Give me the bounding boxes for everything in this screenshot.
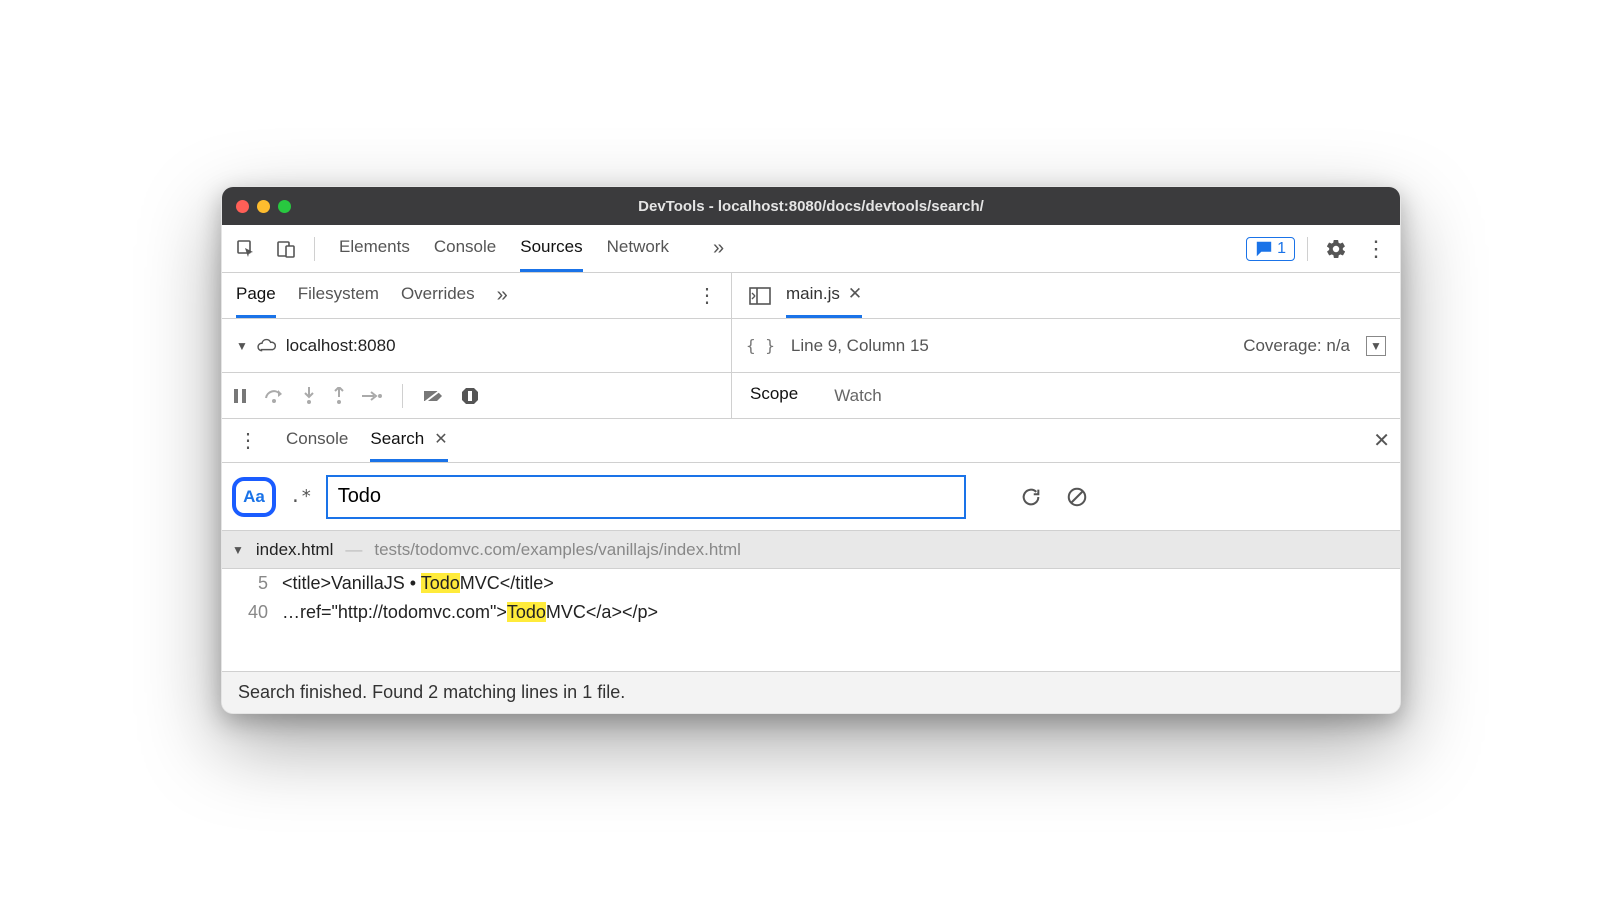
tab-console[interactable]: Console — [434, 225, 496, 272]
result-line[interactable]: 40 …ref="http://todomvc.com">TodoMVC</a>… — [222, 598, 1400, 627]
collapse-result-icon[interactable]: ▼ — [232, 543, 244, 557]
file-tab-mainjs[interactable]: main.js ✕ — [786, 273, 862, 318]
settings-icon[interactable] — [1320, 233, 1352, 265]
sources-split: Page Filesystem Overrides » ⋮ ▼ localhos… — [222, 273, 1400, 373]
line-number: 5 — [240, 573, 268, 594]
close-drawer-icon[interactable]: ✕ — [1373, 428, 1390, 453]
match-highlight: Todo — [421, 573, 460, 593]
nav-kebab-menu[interactable]: ⋮ — [697, 283, 717, 308]
nav-tab-filesystem[interactable]: Filesystem — [298, 273, 379, 318]
search-status-text: Search finished. Found 2 matching lines … — [238, 682, 625, 703]
inspect-element-icon[interactable] — [230, 233, 262, 265]
result-file-header[interactable]: ▼ index.html — tests/todomvc.com/example… — [222, 531, 1400, 569]
search-status-bar: Search finished. Found 2 matching lines … — [222, 671, 1400, 713]
pretty-print-icon[interactable]: { } — [746, 336, 775, 355]
drawer-tab-search[interactable]: Search ✕ — [370, 419, 447, 462]
nav-tab-page[interactable]: Page — [236, 273, 276, 318]
pause-icon[interactable] — [232, 388, 248, 404]
step-over-icon[interactable] — [264, 388, 286, 404]
close-window-button[interactable] — [236, 200, 249, 213]
tree-host-label: localhost:8080 — [286, 336, 396, 356]
clear-icon[interactable] — [1066, 486, 1088, 508]
step-out-icon[interactable] — [332, 387, 346, 405]
main-panel-tabs: Elements Console Sources Network » — [339, 225, 724, 272]
tab-network[interactable]: Network — [607, 225, 669, 272]
result-file-path: tests/todomvc.com/examples/vanillajs/ind… — [374, 540, 741, 560]
drawer-tab-search-label: Search — [370, 429, 424, 449]
result-line[interactable]: 5 <title>VanillaJS • TodoMVC</title> — [222, 569, 1400, 598]
navigator-pane: Page Filesystem Overrides » ⋮ ▼ localhos… — [222, 273, 732, 372]
file-tree-root[interactable]: ▼ localhost:8080 — [222, 319, 731, 372]
debugger-toolbar: Scope Watch — [222, 373, 1400, 419]
debug-sidebar-tabs: Scope Watch — [732, 373, 1400, 418]
titlebar: DevTools - localhost:8080/docs/devtools/… — [222, 187, 1400, 225]
close-file-tab-icon[interactable]: ✕ — [848, 284, 862, 304]
nav-more-tabs[interactable]: » — [497, 284, 508, 307]
feedback-count: 1 — [1277, 240, 1286, 258]
toolbar-divider — [314, 237, 315, 261]
deactivate-breakpoints-icon[interactable] — [423, 388, 445, 404]
cloud-icon — [256, 337, 278, 355]
coverage-label: Coverage: n/a — [1243, 336, 1350, 356]
navigator-tabs: Page Filesystem Overrides » ⋮ — [222, 273, 731, 319]
feedback-button[interactable]: 1 — [1246, 237, 1295, 261]
kebab-menu-icon[interactable]: ⋮ — [1360, 233, 1392, 265]
result-code: <title>VanillaJS • TodoMVC</title> — [282, 573, 554, 594]
line-number: 40 — [240, 602, 268, 623]
more-tabs-button[interactable]: » — [713, 237, 724, 260]
step-into-icon[interactable] — [302, 387, 316, 405]
window-title: DevTools - localhost:8080/docs/devtools/… — [222, 198, 1400, 215]
traffic-lights — [236, 200, 291, 213]
drawer-kebab-icon[interactable]: ⋮ — [232, 425, 264, 457]
divider — [402, 384, 403, 408]
editor-file-tabs: main.js ✕ — [732, 273, 1400, 319]
dropdown-icon[interactable]: ▼ — [1366, 336, 1386, 356]
tab-elements[interactable]: Elements — [339, 225, 410, 272]
match-highlight: Todo — [507, 602, 546, 622]
device-toolbar-icon[interactable] — [270, 233, 302, 265]
match-case-button[interactable]: Aa — [232, 477, 276, 517]
regex-button[interactable]: .* — [290, 486, 312, 507]
close-search-tab-icon[interactable]: ✕ — [434, 429, 447, 449]
scope-tab[interactable]: Scope — [732, 373, 816, 418]
drawer-tabs: ⋮ Console Search ✕ ✕ — [222, 419, 1400, 463]
toolbar-divider — [1307, 237, 1308, 261]
toggle-navigator-icon[interactable] — [744, 280, 776, 312]
maximize-window-button[interactable] — [278, 200, 291, 213]
tab-sources[interactable]: Sources — [520, 225, 582, 272]
tree-toggle-icon[interactable]: ▼ — [236, 339, 248, 353]
editor-pane: main.js ✕ { } Line 9, Column 15 Coverage… — [732, 273, 1400, 372]
pause-on-exceptions-icon[interactable] — [461, 387, 479, 405]
minimize-window-button[interactable] — [257, 200, 270, 213]
search-input[interactable] — [326, 475, 966, 519]
drawer-tab-console[interactable]: Console — [286, 419, 348, 462]
result-file-name: index.html — [256, 540, 333, 560]
refresh-icon[interactable] — [1020, 486, 1042, 508]
nav-tab-overrides[interactable]: Overrides — [401, 273, 475, 318]
file-tab-name: main.js — [786, 284, 840, 304]
cursor-position: Line 9, Column 15 — [791, 336, 929, 356]
search-toolbar: Aa .* — [222, 463, 1400, 531]
devtools-window: DevTools - localhost:8080/docs/devtools/… — [221, 186, 1401, 714]
debug-controls — [222, 373, 732, 418]
search-results: ▼ index.html — tests/todomvc.com/example… — [222, 531, 1400, 671]
watch-tab[interactable]: Watch — [816, 373, 900, 418]
main-toolbar: Elements Console Sources Network » 1 ⋮ — [222, 225, 1400, 273]
step-icon[interactable] — [362, 389, 382, 403]
editor-status-bar: { } Line 9, Column 15 Coverage: n/a ▼ — [732, 319, 1400, 372]
result-code: …ref="http://todomvc.com">TodoMVC</a></p… — [282, 602, 658, 623]
